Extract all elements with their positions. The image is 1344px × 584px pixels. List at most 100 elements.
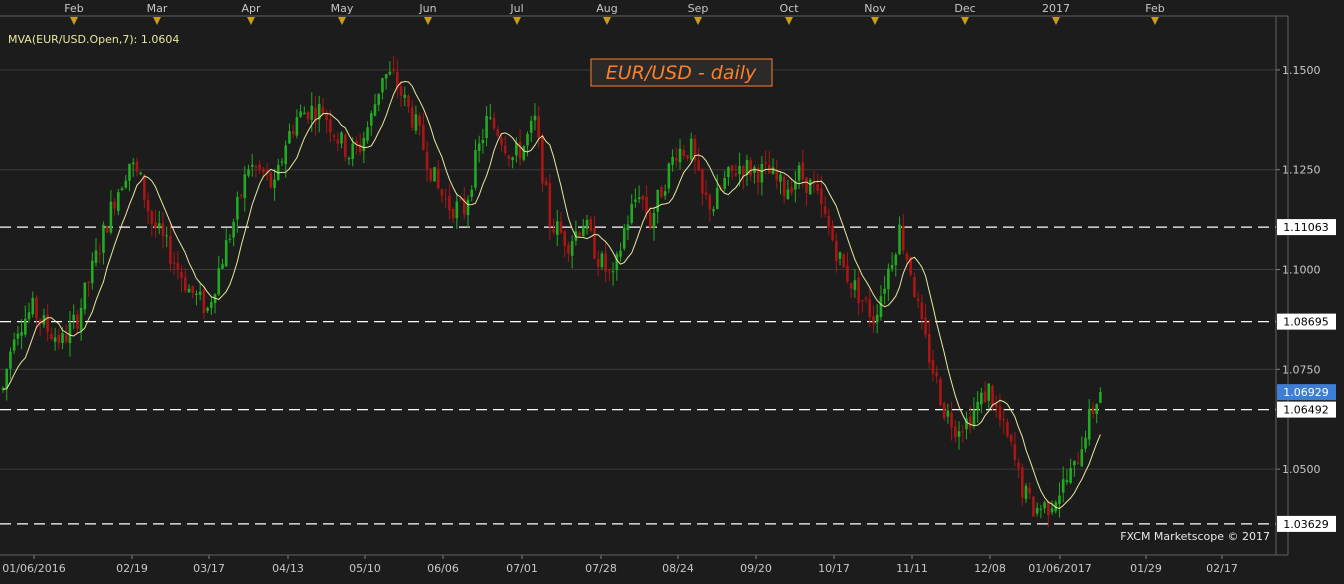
candle-body[interactable] (83, 282, 87, 310)
candle-body[interactable] (299, 111, 302, 117)
candle-body[interactable] (210, 302, 213, 308)
candle-body[interactable] (384, 74, 388, 79)
candle-body[interactable] (429, 168, 433, 181)
candle-body[interactable] (377, 93, 381, 105)
candle-body[interactable] (76, 314, 79, 329)
candle-body[interactable] (667, 163, 671, 189)
candle-body[interactable] (641, 196, 645, 200)
candle-body[interactable] (206, 307, 209, 311)
candle-body[interactable] (939, 378, 942, 406)
candle-body[interactable] (950, 412, 953, 428)
candle-body[interactable] (1087, 408, 1091, 440)
candle-body[interactable] (924, 317, 927, 335)
candle-body[interactable] (905, 253, 909, 261)
candle-body[interactable] (146, 200, 150, 212)
candle-body[interactable] (823, 206, 827, 214)
candle-body[interactable] (124, 180, 128, 188)
candle-body[interactable] (805, 177, 808, 193)
candle-body[interactable] (935, 372, 939, 377)
candle-body[interactable] (221, 264, 224, 269)
candle-body[interactable] (827, 215, 831, 228)
candle-body[interactable] (831, 225, 834, 241)
candle-body[interactable] (362, 138, 366, 152)
candle-body[interactable] (954, 426, 957, 438)
candle-body[interactable] (440, 189, 444, 196)
candle-body[interactable] (72, 314, 75, 321)
candle-body[interactable] (236, 196, 239, 220)
candle-body[interactable] (187, 288, 191, 293)
candle-body[interactable] (157, 223, 161, 229)
candle-body[interactable] (559, 221, 563, 233)
candle-body[interactable] (154, 222, 157, 229)
candle-body[interactable] (682, 150, 686, 156)
candle-body[interactable] (61, 333, 64, 343)
candle-body[interactable] (172, 262, 176, 264)
candle-body[interactable] (1006, 422, 1009, 437)
candle-body[interactable] (492, 117, 496, 129)
candle-body[interactable] (838, 252, 842, 259)
candle-body[interactable] (689, 138, 693, 160)
candle-body[interactable] (1020, 467, 1024, 498)
candle-body[interactable] (801, 162, 805, 180)
candle-body[interactable] (321, 106, 325, 115)
candle-body[interactable] (790, 187, 793, 193)
candle-body[interactable] (864, 297, 868, 300)
candle-body[interactable] (585, 219, 589, 229)
candle-body[interactable] (373, 104, 377, 116)
candle-body[interactable] (637, 197, 641, 200)
candle-body[interactable] (846, 265, 849, 282)
candle-body[interactable] (842, 254, 846, 268)
candle-body[interactable] (541, 134, 544, 184)
candle-body[interactable] (834, 240, 838, 262)
candle-body[interactable] (310, 105, 314, 120)
candle-body[interactable] (589, 219, 593, 231)
candle-body[interactable] (239, 195, 243, 197)
candle-body[interactable] (797, 165, 801, 181)
candle-body[interactable] (600, 253, 604, 268)
candle-body[interactable] (79, 308, 83, 331)
candle-body[interactable] (169, 235, 172, 264)
candle-body[interactable] (12, 339, 16, 351)
candle-body[interactable] (135, 161, 139, 172)
candle-body[interactable] (131, 162, 135, 165)
candle-body[interactable] (109, 201, 113, 233)
candle-body[interactable] (957, 431, 961, 437)
candle-body[interactable] (496, 129, 500, 136)
candle-body[interactable] (98, 253, 102, 255)
candle-body[interactable] (198, 291, 202, 295)
candle-body[interactable] (1032, 496, 1035, 517)
candle-body[interactable] (474, 150, 477, 188)
candle-body[interactable] (258, 164, 261, 170)
candle-body[interactable] (392, 68, 395, 71)
candle-body[interactable] (734, 173, 738, 176)
candle-body[interactable] (269, 172, 273, 188)
candle-body[interactable] (183, 277, 187, 291)
candle-body[interactable] (771, 167, 775, 174)
candle-body[interactable] (548, 183, 552, 227)
candle-body[interactable] (968, 416, 972, 428)
candle-body[interactable] (325, 113, 328, 120)
candle-body[interactable] (712, 209, 715, 212)
candle-body[interactable] (634, 199, 637, 202)
candle-body[interactable] (567, 244, 570, 254)
candle-body[interactable] (64, 334, 68, 342)
candle-body[interactable] (1065, 480, 1069, 483)
candle-body[interactable] (254, 166, 258, 168)
candle-body[interactable] (247, 169, 250, 176)
candle-body[interactable] (701, 168, 704, 194)
candle-body[interactable] (544, 180, 548, 186)
candle-body[interactable] (176, 263, 180, 270)
candle-body[interactable] (180, 271, 183, 279)
candle-body[interactable] (660, 187, 663, 198)
candle-body[interactable] (648, 212, 652, 228)
candle-body[interactable] (31, 297, 35, 315)
candle-body[interactable] (418, 115, 421, 126)
candle-body[interactable] (619, 250, 622, 257)
candle-body[interactable] (998, 406, 1002, 420)
candle-body[interactable] (946, 410, 950, 417)
candle-body[interactable] (961, 431, 965, 433)
candle-body[interactable] (879, 296, 883, 318)
candle-body[interactable] (87, 282, 90, 284)
candle-body[interactable] (630, 203, 633, 223)
candle-body[interactable] (868, 299, 872, 318)
